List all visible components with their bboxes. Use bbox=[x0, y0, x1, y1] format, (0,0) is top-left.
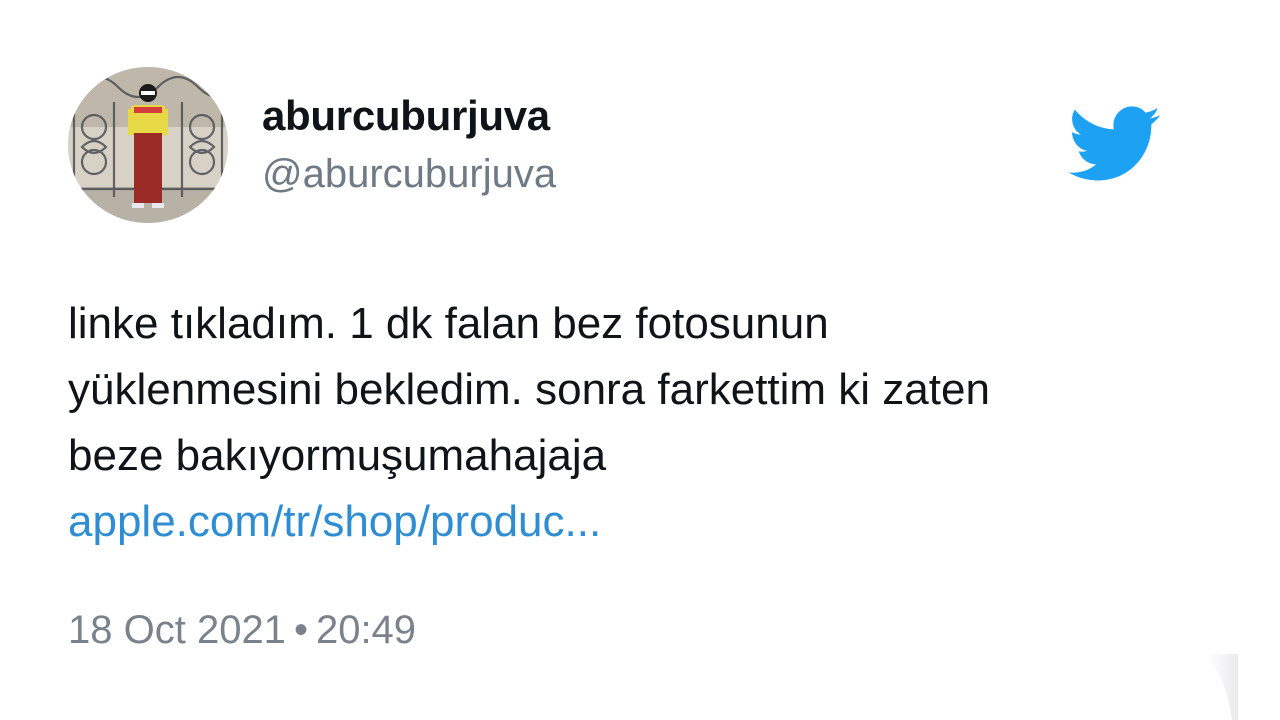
page-curl-shadow bbox=[1206, 654, 1238, 720]
avatar-photo-icon bbox=[68, 67, 228, 223]
avatar[interactable] bbox=[68, 67, 228, 223]
tweet-link[interactable]: apple.com/tr/shop/produc... bbox=[68, 489, 1208, 555]
tweet-time: 20:49 bbox=[315, 608, 417, 652]
tweet-card: aburcuburjuva @aburcuburjuva linke tıkla… bbox=[0, 0, 1280, 720]
display-name[interactable]: aburcuburjuva bbox=[262, 92, 550, 140]
tweet-date: 18 Oct 2021 bbox=[68, 608, 286, 652]
tweet-timestamp[interactable]: 18 Oct 2021 • 20:49 bbox=[68, 608, 416, 653]
twitter-bird-icon[interactable] bbox=[1068, 106, 1162, 184]
tweet-text-line: beze bakıyormuşumahajaja bbox=[68, 431, 607, 480]
user-handle[interactable]: @aburcuburjuva bbox=[262, 152, 556, 197]
tweet-text-line: yüklenmesini bekledim. sonra farkettim k… bbox=[68, 365, 990, 414]
tweet-text-line: linke tıkladım. 1 dk falan bez fotosunun bbox=[68, 299, 829, 348]
tweet-text: linke tıkladım. 1 dk falan bez fotosunun… bbox=[68, 291, 1208, 555]
timestamp-separator: • bbox=[293, 608, 308, 652]
